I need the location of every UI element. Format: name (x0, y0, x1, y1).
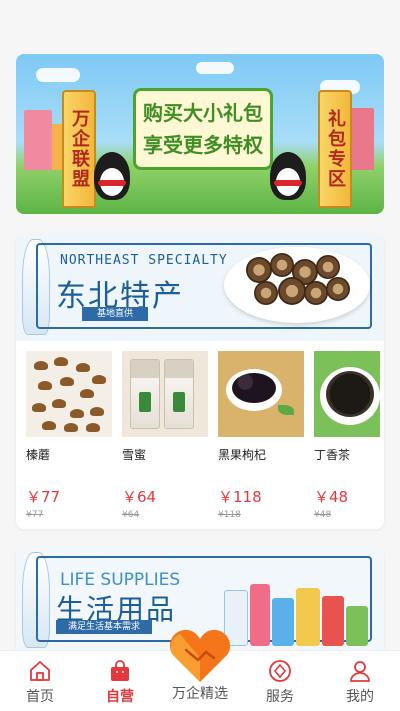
section-en-title: NORTHEAST SPECIALTY (60, 253, 228, 268)
penguin-mascot-right (270, 152, 306, 200)
product-image-hazel-mushroom (26, 351, 112, 437)
promo-banner[interactable]: 万企联盟 礼包专区 购买大小礼包 享受更多特权 (16, 54, 384, 214)
user-icon (348, 659, 372, 683)
left-pillar: 万企联盟 (62, 90, 96, 208)
product-image-snow-honey (122, 351, 208, 437)
nav-label: 我的 (346, 689, 374, 705)
northeast-specialty-card: NORTHEAST SPECIALTY 东北特产 基地直供 榛蘑 ￥77 ¥77… (16, 233, 384, 529)
nav-label: 服务 (266, 689, 294, 705)
right-pillar-text: 礼包专区 (325, 109, 346, 189)
service-icon (268, 659, 292, 683)
nav-item-mine[interactable]: 我的 (320, 651, 400, 711)
building-decoration (24, 110, 52, 170)
section-en-title: LIFE SUPPLIES (60, 570, 181, 590)
product-price: ￥77 (26, 488, 61, 506)
cloud-decoration (36, 68, 80, 82)
product-name: 榛蘑 (26, 448, 51, 462)
promo-headline-2: 享受更多特权 (143, 133, 263, 157)
product-image-clove-tea (314, 351, 380, 437)
product-name: 黑果枸杞 (218, 448, 267, 462)
product-original-price: ¥64 (122, 510, 140, 520)
product-card[interactable]: 黑果枸杞 ￥118 ¥118 (218, 351, 304, 521)
product-list: 榛蘑 ￥77 ¥77 雪蜜 ￥64 ¥64 黑果枸杞 ￥118 ¥118 丁香茶… (24, 351, 380, 521)
shopping-bag-icon (108, 659, 132, 683)
home-icon (28, 659, 52, 683)
nav-label: 首页 (26, 689, 54, 705)
product-price: ￥48 (314, 488, 349, 506)
mushroom-bowl-image (224, 247, 370, 323)
nav-item-self-operated[interactable]: 自营 (80, 651, 160, 711)
promo-headline-board: 购买大小礼包 享受更多特权 (133, 88, 273, 170)
promo-headline-1: 购买大小礼包 (143, 101, 263, 125)
product-original-price: ¥48 (314, 510, 332, 520)
cloud-decoration (196, 62, 234, 74)
household-goods-image (224, 566, 370, 646)
product-price: ￥118 (218, 488, 262, 506)
main-content: 万企联盟 礼包专区 购买大小礼包 享受更多特权 NORTHEAST SPECIA… (0, 0, 400, 650)
product-name: 雪蜜 (122, 448, 147, 462)
handshake-heart-icon[interactable] (168, 624, 232, 686)
product-price: ￥64 (122, 488, 157, 506)
product-name: 丁香茶 (314, 448, 351, 462)
right-pillar: 礼包专区 (318, 90, 352, 208)
penguin-mascot-left (94, 152, 130, 200)
section-tag: 满足生活基本需求 (56, 620, 152, 634)
product-original-price: ¥118 (218, 510, 241, 520)
product-image-black-goji (218, 351, 304, 437)
nav-label: 自营 (106, 689, 134, 705)
nav-item-service[interactable]: 服务 (240, 651, 320, 711)
product-original-price: ¥77 (26, 510, 44, 520)
product-card[interactable]: 丁香茶 ￥48 ¥48 (314, 351, 380, 521)
left-pillar-text: 万企联盟 (69, 109, 90, 189)
nav-item-home[interactable]: 首页 (0, 651, 80, 711)
northeast-specialty-banner[interactable]: NORTHEAST SPECIALTY 东北特产 基地直供 (16, 233, 384, 341)
section-tag: 基地直供 (82, 307, 148, 321)
product-card[interactable]: 榛蘑 ￥77 ¥77 (26, 351, 112, 521)
product-card[interactable]: 雪蜜 ￥64 ¥64 (122, 351, 208, 521)
